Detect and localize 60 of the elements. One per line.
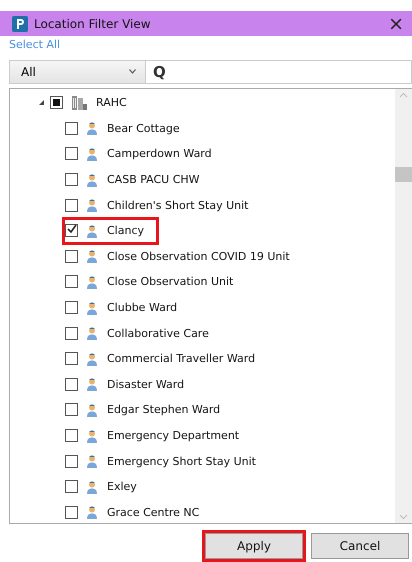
person-icon <box>86 274 98 289</box>
close-button[interactable]: × <box>386 14 406 34</box>
window-title: Location Filter View <box>34 16 152 31</box>
tree-item[interactable]: Exley <box>107 480 137 494</box>
scrollbar[interactable] <box>395 89 412 523</box>
checkbox[interactable] <box>65 275 78 288</box>
tree-item[interactable]: Close Observation COVID 19 Unit <box>107 250 290 263</box>
person-icon <box>86 505 98 520</box>
tree-item[interactable]: CASB PACU CHW <box>107 173 200 186</box>
checkbox[interactable] <box>65 352 78 366</box>
checkbox[interactable] <box>65 326 78 340</box>
checkbox[interactable] <box>65 250 78 263</box>
tree-item[interactable]: Clubbe Ward <box>107 301 178 314</box>
checkbox[interactable] <box>65 147 78 160</box>
person-icon <box>86 454 98 468</box>
checkbox[interactable] <box>65 403 78 416</box>
tree-item[interactable]: Grace Centre NC <box>107 506 200 519</box>
person-icon <box>86 352 98 366</box>
app-logo-icon <box>12 16 28 32</box>
tree-item[interactable]: Disaster Ward <box>107 378 184 391</box>
checkbox[interactable] <box>65 122 78 135</box>
tree-item[interactable]: Clancy <box>107 224 144 238</box>
checkbox[interactable] <box>65 224 78 238</box>
tree-item[interactable]: Emergency Short Stay Unit <box>107 454 256 468</box>
tree-item[interactable]: Edgar Stephen Ward <box>107 403 220 416</box>
checkbox[interactable] <box>50 96 63 110</box>
expanded-arrow-icon[interactable] <box>38 99 45 106</box>
scroll-thumb[interactable] <box>395 167 412 182</box>
person-icon <box>86 121 98 136</box>
checkbox[interactable] <box>65 454 78 468</box>
checkbox[interactable] <box>65 378 78 391</box>
person-icon <box>86 198 98 212</box>
checkbox[interactable] <box>65 480 78 494</box>
tree-item[interactable]: Camperdown Ward <box>107 147 212 160</box>
person-icon <box>86 480 98 494</box>
dialog-button[interactable]: Apply <box>205 533 303 559</box>
checkbox[interactable] <box>65 429 78 442</box>
tree-item[interactable]: Close Observation Unit <box>107 275 234 288</box>
building-icon <box>71 94 87 111</box>
checkmark-icon <box>66 223 78 236</box>
tree-item[interactable]: Children's Short Stay Unit <box>107 198 248 212</box>
person-icon <box>86 326 98 340</box>
checkbox[interactable] <box>65 173 78 186</box>
checkbox[interactable] <box>65 198 78 212</box>
person-icon <box>86 300 98 315</box>
person-icon <box>86 377 98 392</box>
dialog-button[interactable]: Cancel <box>311 533 409 559</box>
tree-item[interactable]: Emergency Department <box>107 429 240 442</box>
person-icon <box>86 224 98 238</box>
tree-item[interactable]: Bear Cottage <box>107 122 180 135</box>
tree-item[interactable]: RAHC <box>96 96 127 110</box>
person-icon <box>86 428 98 443</box>
person-icon <box>86 172 98 187</box>
tree-item[interactable]: Collaborative Care <box>107 326 209 340</box>
tree-item[interactable]: Commercial Traveller Ward <box>107 352 256 366</box>
person-icon <box>86 146 98 161</box>
checkbox[interactable] <box>65 301 78 314</box>
checkbox[interactable] <box>65 506 78 519</box>
person-icon <box>86 402 98 417</box>
person-icon <box>86 249 98 264</box>
